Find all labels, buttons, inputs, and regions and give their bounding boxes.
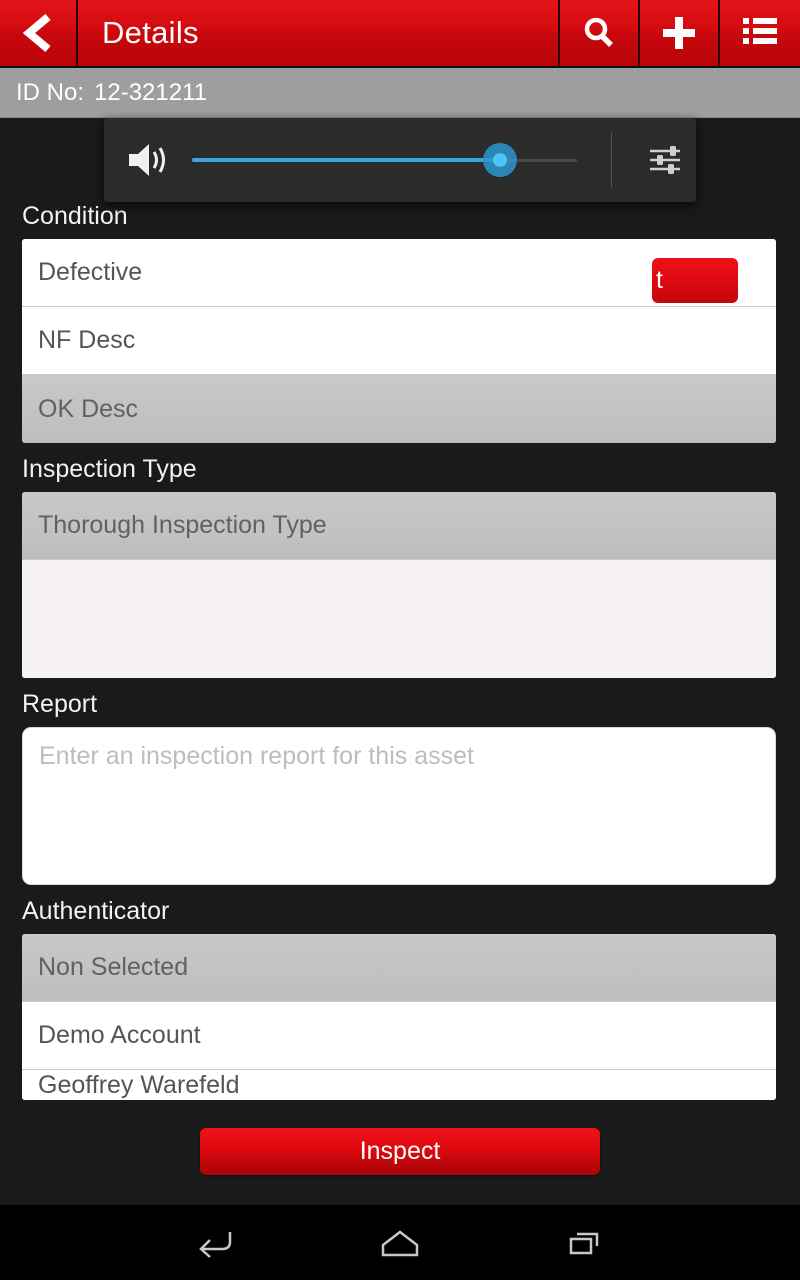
option-label: Thorough Inspection Type (38, 511, 327, 539)
id-value: 12-321211 (94, 78, 208, 106)
overlay-divider (611, 133, 612, 187)
condition-option-nf-desc[interactable]: NF Desc (22, 307, 776, 375)
app-screen: Details ID No: 12-321211 t Condition Def… (0, 0, 800, 1280)
report-label: Report (22, 690, 98, 718)
android-back-button[interactable] (139, 1205, 289, 1280)
chevron-left-icon (22, 13, 54, 53)
authenticator-option-geoffrey-warefeld[interactable]: Geoffrey Warefeld (22, 1070, 776, 1100)
android-recents-button[interactable] (511, 1205, 661, 1280)
inspect-button[interactable]: Inspect (200, 1128, 600, 1175)
volume-slider[interactable] (192, 138, 577, 182)
content-area: t Condition Defective NF Desc OK Desc In… (0, 118, 800, 1205)
android-recents-icon (565, 1226, 607, 1260)
inspection-type-label: Inspection Type (22, 455, 197, 483)
condition-option-ok-desc[interactable]: OK Desc (22, 375, 776, 443)
id-bar: ID No: 12-321211 (0, 68, 800, 118)
option-label: Geoffrey Warefeld (38, 1071, 240, 1099)
equalizer-tune-icon (646, 141, 684, 179)
android-navigation-bar (0, 1205, 800, 1280)
authenticator-label: Authenticator (22, 897, 170, 925)
partially-hidden-red-button[interactable]: t (652, 258, 738, 303)
volume-speaker-icon (104, 140, 192, 180)
option-label: Demo Account (38, 1021, 201, 1049)
inspection-type-empty-area (22, 560, 776, 678)
inspection-type-option-thorough[interactable]: Thorough Inspection Type (22, 492, 776, 560)
option-label: OK Desc (38, 394, 139, 423)
list-menu-button[interactable] (720, 0, 800, 66)
inspect-button-container: Inspect (0, 1128, 800, 1175)
authenticator-list[interactable]: Non Selected Demo Account Geoffrey Waref… (22, 934, 776, 1100)
volume-settings-button[interactable] (634, 141, 696, 179)
option-label: Defective (38, 258, 143, 286)
android-home-icon (377, 1226, 423, 1260)
report-input[interactable]: Enter an inspection report for this asse… (22, 727, 776, 885)
app-bar: Details (0, 0, 800, 68)
android-back-icon (192, 1226, 236, 1260)
android-home-button[interactable] (325, 1205, 475, 1280)
option-label: NF Desc (38, 326, 136, 354)
search-icon (579, 13, 619, 53)
search-button[interactable] (560, 0, 640, 66)
authenticator-option-demo-account[interactable]: Demo Account (22, 1002, 776, 1070)
inspection-type-list[interactable]: Thorough Inspection Type (22, 492, 776, 678)
id-label: ID No: (16, 78, 85, 106)
authenticator-option-non-selected[interactable]: Non Selected (22, 934, 776, 1002)
option-label: Non Selected (38, 953, 189, 981)
volume-slider-fill (192, 158, 500, 162)
plus-icon (659, 13, 699, 53)
volume-overlay[interactable] (104, 118, 696, 202)
page-title: Details (78, 0, 560, 66)
add-button[interactable] (640, 0, 720, 66)
back-button[interactable] (0, 0, 78, 66)
volume-slider-thumb[interactable] (483, 143, 517, 177)
list-menu-icon (740, 14, 780, 52)
